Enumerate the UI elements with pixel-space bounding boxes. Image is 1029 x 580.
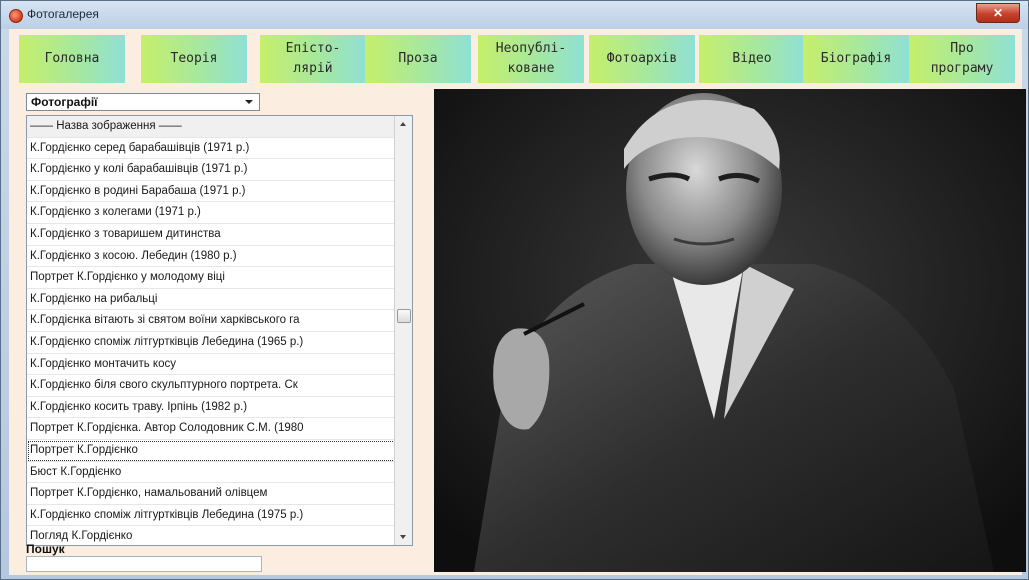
list-item[interactable]: Портрет К.Гордієнко у молодому віці (27, 267, 396, 289)
nav-video-button[interactable]: Відео (699, 35, 805, 83)
list-item[interactable]: К.Гордієнко споміж літгуртківців Лебедин… (27, 332, 396, 354)
nav-about-button[interactable]: Про програму (909, 35, 1015, 83)
image-list-rows: —— Назва зображення —— К.Гордієнко серед… (27, 116, 396, 545)
image-list[interactable]: —— Назва зображення —— К.Гордієнко серед… (26, 115, 413, 546)
category-select-value: Фотографії (31, 95, 98, 109)
list-item[interactable]: Погляд К.Гордієнко (27, 526, 396, 545)
list-item[interactable]: К.Гордієнко з товаришем дитинства (27, 224, 396, 246)
list-item[interactable]: К.Гордієнко у колі барабашівців (1971 р.… (27, 159, 396, 181)
main-nav: Головна Теорія Епісто- лярій Проза Неопу… (19, 35, 1015, 83)
list-item[interactable]: К.Гордієнко монтачить косу (27, 354, 396, 376)
portrait-photo (434, 89, 1026, 572)
nav-home-button[interactable]: Головна (19, 35, 125, 83)
list-item[interactable]: К.Гордієнко косить траву. Ірпінь (1982 р… (27, 397, 396, 419)
scroll-down-icon[interactable] (395, 528, 412, 545)
list-item[interactable]: Бюст К.Гордієнко (27, 462, 396, 484)
search-label: Пошук (26, 542, 65, 556)
nav-unpublished-button[interactable]: Неопублі- коване (478, 35, 584, 83)
list-scrollbar[interactable] (394, 116, 412, 545)
list-item[interactable]: К.Гордієнко в родині Барабаша (1971 р.) (27, 181, 396, 203)
title-bar[interactable]: Фотогалерея ✕ (1, 1, 1028, 29)
list-item[interactable]: К.Гордієнка вітають зі святом воїни харк… (27, 310, 396, 332)
list-item[interactable]: Портрет К.Гордієнка. Автор Солодовник С.… (27, 418, 396, 440)
scroll-thumb[interactable] (397, 309, 411, 323)
app-icon (9, 9, 23, 23)
list-item[interactable]: К.Гордієнко з колегами (1971 р.) (27, 202, 396, 224)
list-item[interactable]: К.Гордієнко серед барабашівців (1971 р.) (27, 138, 396, 160)
window-title: Фотогалерея (27, 7, 99, 21)
list-item[interactable]: К.Гордієнко споміж літгуртківців Лебедин… (27, 505, 396, 527)
close-button[interactable]: ✕ (976, 3, 1020, 23)
list-item[interactable]: К.Гордієнко на рибальці (27, 289, 396, 311)
list-item[interactable]: Портрет К.Гордієнко, намальований олівце… (27, 483, 396, 505)
category-select[interactable]: Фотографії (26, 93, 260, 111)
search-input[interactable] (26, 556, 262, 572)
list-item[interactable]: К.Гордієнко з косою. Лебедин (1980 р.) (27, 246, 396, 268)
app-window: Фотогалерея ✕ Головна Теорія Епісто- ляр… (0, 0, 1029, 580)
nav-prose-button[interactable]: Проза (365, 35, 471, 83)
list-item[interactable]: К.Гордієнко біля свого скульптурного пор… (27, 375, 396, 397)
list-header: —— Назва зображення —— (27, 116, 396, 138)
client-area: Головна Теорія Епісто- лярій Проза Неопу… (9, 29, 1026, 575)
list-item[interactable]: Портрет К.Гордієнко (27, 440, 396, 462)
scroll-up-icon[interactable] (395, 116, 412, 133)
nav-photoarchive-button[interactable]: Фотоархів (589, 35, 695, 83)
portrait-image (434, 89, 1026, 572)
nav-letters-button[interactable]: Епісто- лярій (260, 35, 366, 83)
nav-biography-button[interactable]: Біографія (803, 35, 909, 83)
nav-theory-button[interactable]: Теорія (141, 35, 247, 83)
chevron-down-icon (245, 100, 253, 104)
